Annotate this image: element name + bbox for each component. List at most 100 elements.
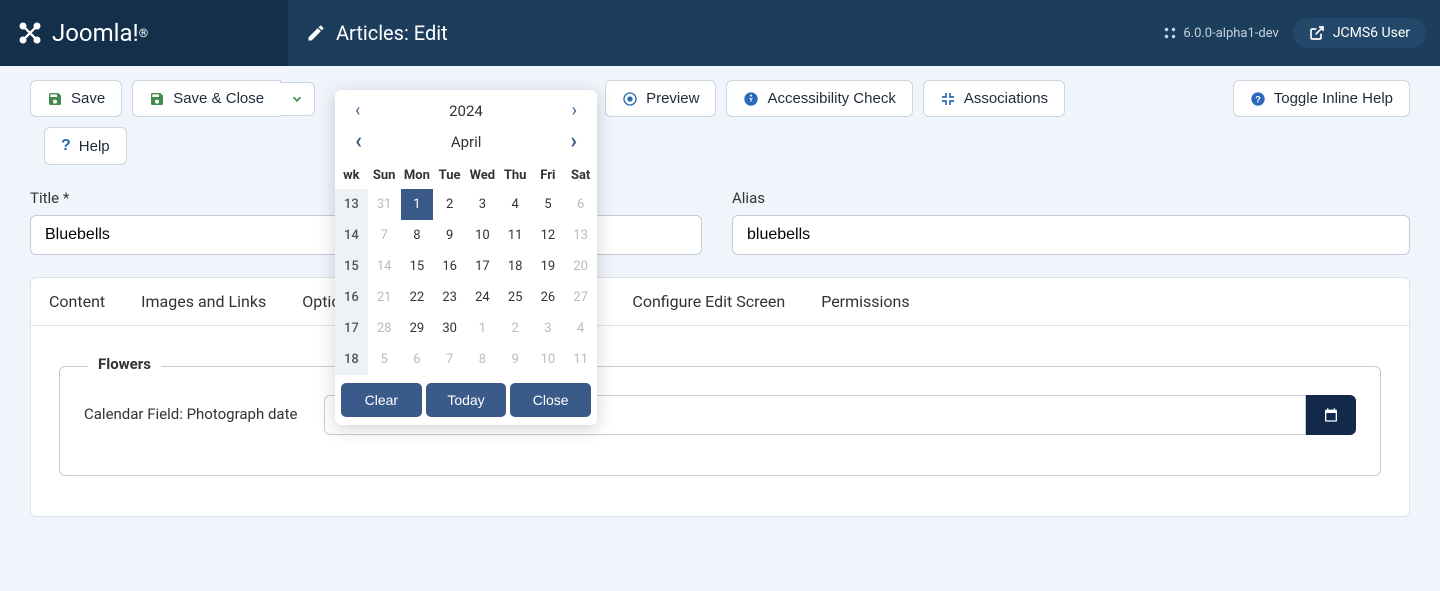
version-label: 6.0.0-alpha1-dev (1183, 26, 1278, 41)
topbar-right: 6.0.0-alpha1-dev JCMS6 User (1163, 18, 1440, 48)
tab-content[interactable]: Content (31, 278, 123, 325)
calendar-day-header: Tue (433, 162, 466, 189)
save-close-button[interactable]: Save & Close (132, 80, 281, 117)
month-next-button[interactable]: › (564, 127, 583, 156)
calendar-day[interactable]: 7 (433, 344, 466, 375)
calendar-day[interactable]: 25 (499, 282, 532, 313)
calendar-day[interactable]: 16 (433, 251, 466, 282)
calendar-year[interactable]: 2024 (449, 102, 483, 120)
calendar-day[interactable]: 19 (532, 251, 565, 282)
calendar-day[interactable]: 9 (433, 220, 466, 251)
calendar-day[interactable]: 10 (466, 220, 499, 251)
alias-input[interactable] (732, 215, 1410, 255)
calendar-day[interactable]: 30 (433, 313, 466, 344)
calendar-month[interactable]: April (451, 133, 482, 151)
calendar-day-header: Sun (368, 162, 401, 189)
flowers-fieldset: Flowers Calendar Field: Photograph date (59, 366, 1381, 476)
calendar-month-header: ‹ April › (335, 125, 597, 162)
calendar-day[interactable]: 7 (368, 220, 401, 251)
brand-text: Joomla! (52, 19, 139, 47)
accessibility-button[interactable]: Accessibility Check (726, 80, 912, 117)
calendar-day[interactable]: 8 (401, 220, 434, 251)
calendar-day[interactable]: 31 (368, 189, 401, 220)
calendar-day[interactable]: 4 (499, 189, 532, 220)
calendar-week-number: 13 (335, 189, 368, 220)
associations-button[interactable]: Associations (923, 80, 1065, 117)
save-button[interactable]: Save (30, 80, 122, 117)
question-circle-icon: ? (1250, 91, 1266, 107)
calendar-field-row: Calendar Field: Photograph date (84, 395, 1356, 435)
external-link-icon (1309, 25, 1325, 41)
help-label: Help (79, 138, 110, 155)
tab-permissions[interactable]: Permissions (803, 278, 927, 325)
save-label: Save (71, 90, 105, 107)
calendar-day[interactable]: 5 (368, 344, 401, 375)
calendar-day[interactable]: 17 (466, 251, 499, 282)
tab-images-and-links[interactable]: Images and Links (123, 278, 284, 325)
month-prev-button[interactable]: ‹ (349, 127, 368, 156)
calendar-week-number: 14 (335, 220, 368, 251)
pencil-icon (306, 23, 326, 43)
calendar-day[interactable]: 29 (401, 313, 434, 344)
calendar-day[interactable]: 26 (532, 282, 565, 313)
calendar-day[interactable]: 27 (564, 282, 597, 313)
calendar-grid: wkSunMonTueWedThuFriSat 1331123456147891… (335, 162, 597, 375)
calendar-day[interactable]: 24 (466, 282, 499, 313)
help-button[interactable]: ? Help (44, 127, 127, 165)
title-alias-row: Title * Alias (0, 179, 1440, 277)
calendar-day[interactable]: 11 (564, 344, 597, 375)
calendar-day[interactable]: 10 (532, 344, 565, 375)
calendar-day[interactable]: 5 (532, 189, 565, 220)
calendar-day[interactable]: 3 (466, 189, 499, 220)
calendar-day[interactable]: 11 (499, 220, 532, 251)
calendar-day[interactable]: 14 (368, 251, 401, 282)
calendar-day[interactable]: 18 (499, 251, 532, 282)
calendar-today-button[interactable]: Today (426, 383, 507, 417)
toggle-help-button[interactable]: ? Toggle Inline Help (1233, 80, 1410, 117)
calendar-clear-button[interactable]: Clear (341, 383, 422, 417)
calendar-wk-header: wk (335, 162, 368, 189)
calendar-day[interactable]: 2 (433, 189, 466, 220)
calendar-day[interactable]: 9 (499, 344, 532, 375)
calendar-day[interactable]: 15 (401, 251, 434, 282)
year-next-button[interactable]: › (566, 98, 583, 123)
accessibility-icon (743, 91, 759, 107)
calendar-day[interactable]: 21 (368, 282, 401, 313)
save-icon (47, 91, 63, 107)
user-menu[interactable]: JCMS6 User (1293, 18, 1426, 48)
year-prev-button[interactable]: ‹ (349, 98, 366, 123)
calendar-day[interactable]: 3 (532, 313, 565, 344)
calendar-day[interactable]: 20 (564, 251, 597, 282)
calendar-day[interactable]: 8 (466, 344, 499, 375)
calendar-day-header: Fri (532, 162, 565, 189)
calendar-day-header: Mon (401, 162, 434, 189)
calendar-day[interactable]: 4 (564, 313, 597, 344)
calendar-day[interactable]: 13 (564, 220, 597, 251)
calendar-day[interactable]: 22 (401, 282, 434, 313)
calendar-day[interactable]: 2 (499, 313, 532, 344)
tab-configure-edit-screen[interactable]: Configure Edit Screen (614, 278, 803, 325)
save-dropdown-button[interactable] (280, 82, 315, 116)
calendar-button[interactable] (1306, 395, 1356, 435)
version-text[interactable]: 6.0.0-alpha1-dev (1163, 26, 1278, 41)
calendar-actions: Clear Today Close (335, 375, 597, 417)
calendar-day-header: Wed (466, 162, 499, 189)
question-icon: ? (61, 137, 71, 155)
toolbar: Save Save & Close Preview Accessibility … (0, 66, 1440, 127)
brand-logo[interactable]: Joomla!® (0, 0, 288, 66)
calendar-day[interactable]: 6 (564, 189, 597, 220)
calendar-day[interactable]: 1 (466, 313, 499, 344)
preview-label: Preview (646, 90, 699, 107)
calendar-day[interactable]: 23 (433, 282, 466, 313)
calendar-day[interactable]: 12 (532, 220, 565, 251)
calendar-day-header: Sat (564, 162, 597, 189)
alias-label: Alias (732, 189, 1410, 207)
calendar-year-header: ‹ 2024 › (335, 90, 597, 125)
save-close-label: Save & Close (173, 90, 264, 107)
user-label: JCMS6 User (1333, 25, 1410, 41)
calendar-day[interactable]: 6 (401, 344, 434, 375)
preview-button[interactable]: Preview (605, 80, 716, 117)
calendar-close-button[interactable]: Close (510, 383, 591, 417)
calendar-day[interactable]: 1 (401, 189, 434, 220)
calendar-day[interactable]: 28 (368, 313, 401, 344)
